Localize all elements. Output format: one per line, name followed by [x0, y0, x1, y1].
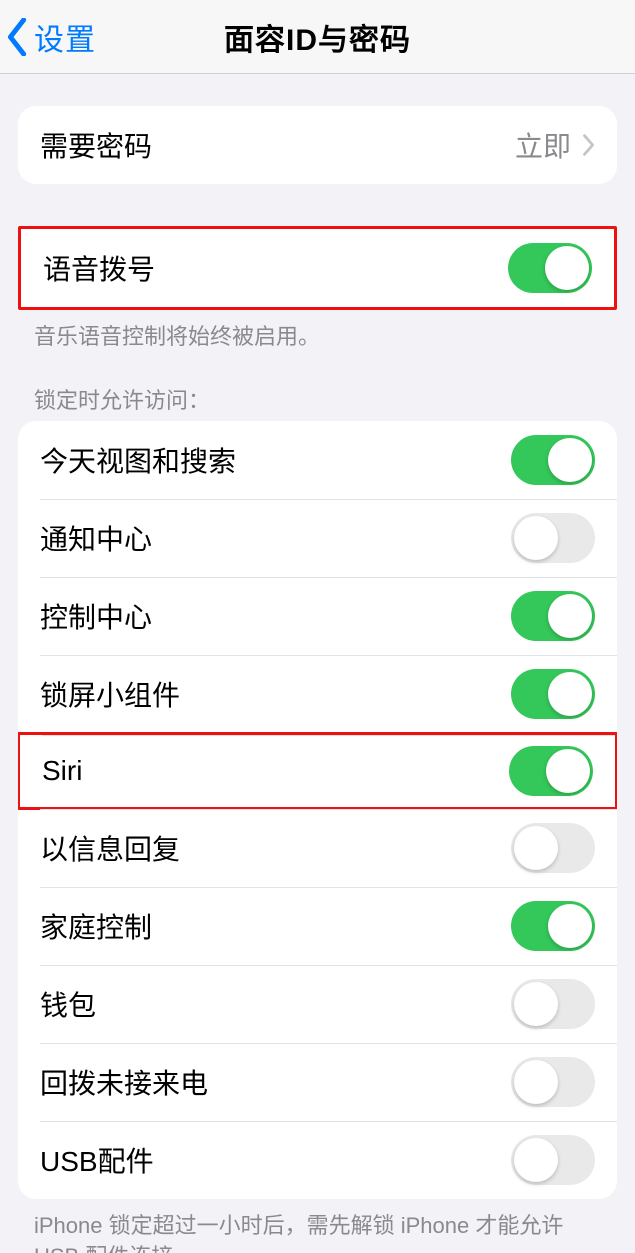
- voice-dial-footer: 音乐语音控制将始终被启用。: [0, 310, 635, 353]
- toggle-siri[interactable]: [509, 746, 593, 796]
- toggle-usb-accessories[interactable]: [511, 1135, 595, 1185]
- notification-center-label: 通知中心: [40, 518, 511, 558]
- toggle-lock-widgets[interactable]: [511, 669, 595, 719]
- chevron-left-icon: [6, 18, 30, 56]
- row-lock-widgets: 锁屏小组件: [18, 655, 617, 733]
- nav-bar: 设置 面容ID与密码: [0, 0, 635, 74]
- group-require-passcode: 需要密码 立即: [18, 106, 617, 184]
- lock-widgets-label: 锁屏小组件: [40, 674, 511, 714]
- group-locked-access: 今天视图和搜索通知中心控制中心锁屏小组件 Siri 以信息回复家庭控制钱包回拨未接来…: [18, 421, 617, 1199]
- toggle-voice-dial[interactable]: [508, 243, 592, 293]
- back-button[interactable]: 设置: [6, 0, 96, 74]
- locked-access-header: 锁定时允许访问：: [0, 353, 635, 421]
- group-voice-dial: 语音拨号: [18, 226, 617, 310]
- row-wallet: 钱包: [18, 965, 617, 1043]
- toggle-today-view[interactable]: [511, 435, 595, 485]
- return-missed-calls-label: 回拨未接来电: [40, 1062, 511, 1102]
- toggle-wallet[interactable]: [511, 979, 595, 1029]
- today-view-label: 今天视图和搜索: [40, 440, 511, 480]
- voice-dial-label: 语音拨号: [43, 248, 508, 288]
- row-reply-message: 以信息回复: [18, 809, 617, 887]
- row-voice-dial: 语音拨号: [21, 229, 614, 307]
- siri-label: Siri: [42, 755, 509, 787]
- toggle-notification-center[interactable]: [511, 513, 595, 563]
- usb-footer: iPhone 锁定超过一小时后，需先解锁 iPhone 才能允许 USB 配件连…: [0, 1199, 635, 1253]
- wallet-label: 钱包: [40, 984, 511, 1024]
- toggle-home-control[interactable]: [511, 901, 595, 951]
- row-return-missed-calls: 回拨未接来电: [18, 1043, 617, 1121]
- row-control-center: 控制中心: [18, 577, 617, 655]
- toggle-return-missed-calls[interactable]: [511, 1057, 595, 1107]
- toggle-reply-message[interactable]: [511, 823, 595, 873]
- chevron-right-icon: [581, 133, 595, 157]
- reply-message-label: 以信息回复: [40, 828, 511, 868]
- require-passcode-value: 立即: [515, 125, 571, 165]
- row-siri: Siri: [18, 732, 617, 810]
- row-home-control: 家庭控制: [18, 887, 617, 965]
- row-notification-center: 通知中心: [18, 499, 617, 577]
- row-today-view: 今天视图和搜索: [18, 421, 617, 499]
- require-passcode-label: 需要密码: [40, 125, 515, 165]
- row-require-passcode[interactable]: 需要密码 立即: [18, 106, 617, 184]
- back-label: 设置: [34, 15, 96, 59]
- usb-accessories-label: USB配件: [40, 1140, 511, 1180]
- row-usb-accessories: USB配件: [18, 1121, 617, 1199]
- toggle-control-center[interactable]: [511, 591, 595, 641]
- control-center-label: 控制中心: [40, 596, 511, 636]
- home-control-label: 家庭控制: [40, 906, 511, 946]
